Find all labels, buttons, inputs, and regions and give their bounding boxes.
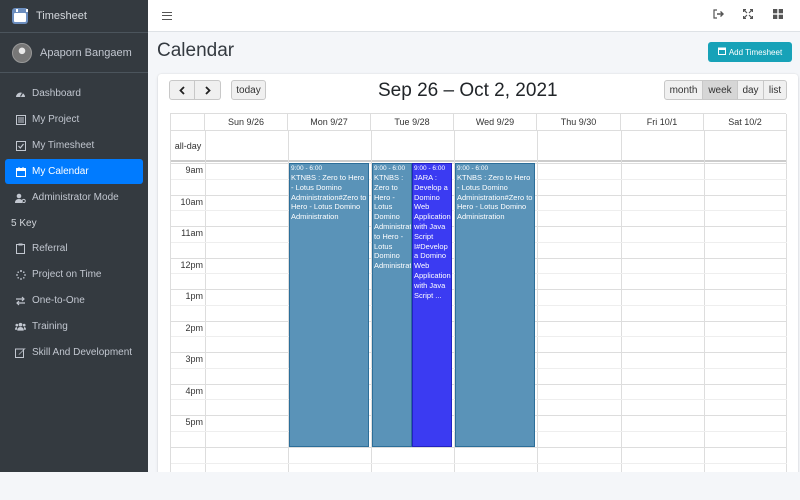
sidebar-item-my-calendar[interactable]: My Calendar	[5, 159, 143, 184]
sidebar: Timesheet Apaporn Bangaem Dashboard My P…	[0, 0, 148, 472]
time-label-4pm: 4pm	[185, 386, 203, 396]
sidebar-item-training[interactable]: Training	[5, 314, 143, 339]
view-day-button[interactable]: day	[738, 80, 764, 100]
user-cog-icon	[15, 192, 26, 203]
day-header-mon: Mon 9/27	[288, 114, 371, 131]
calendar-range-title: Sep 26 – Oct 2, 2021	[378, 80, 558, 101]
time-label-11am: 11am	[181, 228, 203, 238]
add-timesheet-label: Add Timesheet	[728, 47, 783, 57]
sidebar-item-label: Skill And Development	[32, 347, 133, 358]
add-timesheet-button[interactable]: Add Timesheet	[708, 42, 792, 62]
sidebar-item-my-project[interactable]: My Project	[5, 107, 143, 132]
page-footer-area	[0, 472, 800, 500]
calendar-event[interactable]: 9:00 - 6:00 KTNBS : Zero to Hero - Lotus…	[289, 163, 369, 447]
chevron-left-icon	[179, 85, 185, 95]
week-grid: Sun 9/26 Mon 9/27 Tue 9/28 Wed 9/29 Thu …	[170, 113, 787, 484]
day-header-thu: Thu 9/30	[537, 114, 621, 131]
page-title: Calendar	[157, 40, 235, 61]
tachometer-icon	[15, 88, 26, 99]
sign-out-icon[interactable]	[712, 9, 724, 22]
calendar-plus-icon	[717, 47, 726, 57]
edit-icon	[15, 347, 26, 358]
event-title: KTNBS : Zero to Hero - Lotus Domino Admi…	[374, 173, 412, 271]
event-title: JARA : Develop a Domino Web Application …	[414, 173, 451, 300]
list-icon	[15, 114, 26, 125]
time-label-5pm: 5pm	[185, 417, 203, 427]
brand[interactable]: Timesheet	[0, 0, 148, 33]
prev-week-button[interactable]	[169, 80, 195, 100]
avatar	[12, 42, 32, 63]
users-icon	[15, 321, 26, 332]
view-month-button[interactable]: month	[664, 80, 703, 100]
day-header-fri: Fri 10/1	[621, 114, 704, 131]
time-label-3pm: 3pm	[185, 354, 203, 364]
time-label-2pm: 2pm	[185, 323, 203, 333]
sidebar-item-label: Project on Time	[32, 269, 102, 280]
axis-header	[171, 114, 205, 131]
event-title: KTNBS : Zero to Hero - Lotus Domino Admi…	[291, 173, 367, 222]
all-day-label: all-day	[174, 140, 202, 151]
exchange-icon	[15, 295, 26, 306]
event-time: 9:00 - 6:00	[291, 165, 323, 172]
sidebar-item-administrator-mode[interactable]: Administrator Mode	[5, 185, 143, 210]
sidebar-item-label: My Timesheet	[32, 140, 95, 151]
topbar	[148, 0, 800, 32]
topbar-actions	[712, 8, 784, 22]
sidebar-item-one-to-one[interactable]: One-to-One	[5, 288, 143, 313]
hamburger-menu-icon[interactable]	[162, 11, 172, 20]
calendar-card: today Sep 26 – Oct 2, 2021 month week da…	[158, 74, 798, 484]
user-name: Apaporn Bangaem	[40, 46, 132, 59]
time-label-9am: 9am	[185, 165, 203, 175]
sidebar-item-label: Referral	[32, 243, 68, 254]
day-header-sun: Sun 9/26	[205, 114, 288, 131]
user-panel[interactable]: Apaporn Bangaem	[0, 33, 148, 73]
event-time: 9:00 - 6:00	[414, 165, 446, 172]
time-label-10am: 10am	[180, 197, 203, 207]
sidebar-item-project-on-time[interactable]: Project on Time	[5, 262, 143, 287]
event-title: KTNBS : Zero to Hero - Lotus Domino Admi…	[457, 173, 533, 222]
time-label-1pm: 1pm	[185, 291, 203, 301]
sidebar-item-label: My Calendar	[32, 166, 89, 177]
event-time: 9:00 - 6:00	[374, 165, 406, 172]
sidebar-item-my-timesheet[interactable]: My Timesheet	[5, 133, 143, 158]
sidebar-item-label: One-to-One	[32, 295, 85, 306]
next-week-button[interactable]	[195, 80, 221, 100]
calendar-icon	[15, 166, 26, 177]
today-button[interactable]: today	[231, 80, 266, 100]
expand-icon[interactable]	[742, 8, 754, 22]
sidebar-item-dashboard[interactable]: Dashboard	[5, 81, 143, 106]
sidebar-item-label: Administrator Mode	[32, 192, 119, 203]
check-square-icon	[15, 140, 26, 151]
clipboard-icon	[15, 243, 26, 254]
all-day-divider	[171, 160, 787, 162]
event-time: 9:00 - 6:00	[457, 165, 489, 172]
calendar-logo-icon	[12, 8, 28, 24]
day-header-sat: Sat 10/2	[704, 114, 787, 131]
grid-icon[interactable]	[772, 9, 784, 22]
spinner-icon	[15, 269, 26, 280]
view-list-button[interactable]: list	[764, 80, 787, 100]
app-title: Timesheet	[36, 10, 87, 22]
calendar-event[interactable]: 9:00 - 6:00 KTNBS : Zero to Hero - Lotus…	[455, 163, 535, 447]
sidebar-item-label: Training	[32, 321, 68, 332]
day-header-wed: Wed 9/29	[454, 114, 537, 131]
sidebar-item-referral[interactable]: Referral	[5, 236, 143, 261]
sidebar-item-label: My Project	[32, 114, 80, 125]
sidebar-nav: Dashboard My Project My Timesheet My Cal…	[0, 73, 148, 365]
time-label-12pm: 12pm	[180, 260, 203, 270]
calendar-event[interactable]: 9:00 - 6:00 JARA : Develop a Domino Web …	[412, 163, 452, 447]
calendar-event[interactable]: 9:00 - 6:00 KTNBS : Zero to Hero - Lotus…	[372, 163, 412, 447]
sidebar-item-label: Dashboard	[32, 88, 81, 99]
chevron-right-icon	[204, 85, 211, 95]
view-week-button[interactable]: week	[703, 80, 738, 100]
sidebar-section-header: 5 Key	[11, 218, 37, 229]
day-header-tue: Tue 9/28	[371, 114, 454, 131]
sidebar-item-skill-and-development[interactable]: Skill And Development	[5, 340, 143, 365]
